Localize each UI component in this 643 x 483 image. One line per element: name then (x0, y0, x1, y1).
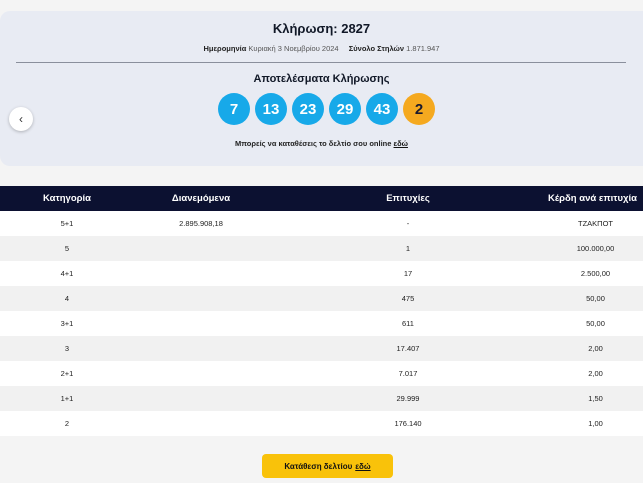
table-row: 5+1 2.895.908,18 - ΤΖΑΚΠΟΤ (0, 211, 643, 236)
results-title: Αποτελέσματα Κλήρωσης (253, 73, 390, 85)
online-link[interactable]: εδώ (394, 139, 408, 148)
cell-category: 4 (64, 294, 70, 303)
number-ball: 23 (292, 93, 324, 125)
cell-prize: 1,50 (588, 394, 603, 403)
cell-winners: - (406, 219, 410, 228)
number-ball: 7 (218, 93, 250, 125)
cell-winners: 17 (403, 269, 413, 278)
cell-distributed: 2.895.908,18 (179, 219, 223, 228)
cell-category: 2+1 (60, 369, 74, 378)
table-row: 1+1 29.999 1,50 (0, 386, 643, 411)
table-row: 4+1 17 2.500,00 (0, 261, 643, 286)
cell-prize: 1,00 (588, 419, 603, 428)
online-text: Μπορείς να καταθέσεις το δελτίο σου onli… (0, 139, 643, 148)
cell-category: 3+1 (60, 319, 74, 328)
number-ball: 13 (255, 93, 287, 125)
cell-winners: 7.017 (398, 369, 418, 378)
cell-category: 4+1 (60, 269, 74, 278)
prize-table: Κατηγορία Διανεμόμενα Επιτυχίες Κέρδη αν… (0, 186, 643, 436)
online-text-label: Μπορείς να καταθέσεις το δελτίο σου onli… (235, 139, 392, 148)
cell-prize: 2.500,00 (580, 269, 611, 278)
cell-winners: 475 (401, 294, 415, 303)
cell-category: 5+1 (60, 219, 74, 228)
cell-prize: 50,00 (586, 294, 605, 303)
previous-draw-button[interactable]: ‹ (9, 107, 33, 131)
draw-card: Κλήρωση: 2827 Ημερομηνία Κυριακή 3 Νοεμβ… (0, 11, 643, 166)
header-category: Κατηγορία (43, 193, 91, 204)
number-ball: 43 (366, 93, 398, 125)
cell-winners: 1 (405, 244, 411, 253)
divider (16, 62, 626, 63)
draw-meta: Ημερομηνία Κυριακή 3 Νοεμβρίου 2024 Σύνο… (0, 44, 643, 53)
cell-prize: 100.000,00 (576, 244, 615, 253)
cell-category: 3 (64, 344, 70, 353)
submit-ticket-button[interactable]: Κατάθεση δελτίου εδώ (262, 454, 393, 478)
submit-label: Κατάθεση δελτίου (284, 461, 353, 471)
cell-category: 1+1 (60, 394, 74, 403)
cell-category: 5 (64, 244, 70, 253)
cell-winners: 611 (402, 319, 414, 328)
cell-prize: ΤΖΑΚΠΟΤ (578, 219, 613, 228)
bonus-ball: 2 (403, 93, 435, 125)
date-value: Κυριακή 3 Νοεμβρίου 2024 (248, 44, 339, 53)
winning-numbers: 7 13 23 29 43 2 (218, 93, 435, 125)
header-distributed: Διανεμόμενα (171, 193, 231, 204)
submit-link: εδώ (355, 461, 371, 471)
cell-prize: 2,00 (588, 369, 603, 378)
header-winners: Επιτυχίες (386, 193, 430, 204)
table-header: Κατηγορία Διανεμόμενα Επιτυχίες Κέρδη αν… (0, 186, 643, 211)
chevron-left-icon: ‹ (19, 112, 23, 126)
columns-label: Σύνολο Στηλών (348, 44, 405, 53)
cell-prize: 2,00 (588, 344, 603, 353)
table-row: 4 475 50,00 (0, 286, 643, 311)
draw-title: Κλήρωση: 2827 (272, 21, 371, 36)
cell-prize: 50,00 (586, 319, 605, 328)
cell-category: 2 (64, 419, 70, 428)
table-row: 3 17.407 2,00 (0, 336, 643, 361)
columns-value: 1.871.947 (406, 44, 440, 53)
table-row: 5 1 100.000,00 (0, 236, 643, 261)
cell-winners: 17.407 (396, 344, 420, 353)
date-label: Ημερομηνία (203, 44, 247, 53)
cell-winners: 29.999 (396, 394, 420, 403)
table-row: 2 176.140 1,00 (0, 411, 643, 436)
header-prize: Κέρδη ανά επιτυχία (548, 193, 637, 204)
number-ball: 29 (329, 93, 361, 125)
table-row: 2+1 7.017 2,00 (0, 361, 643, 386)
cell-winners: 176.140 (394, 419, 422, 428)
table-row: 3+1 611 50,00 (0, 311, 643, 336)
